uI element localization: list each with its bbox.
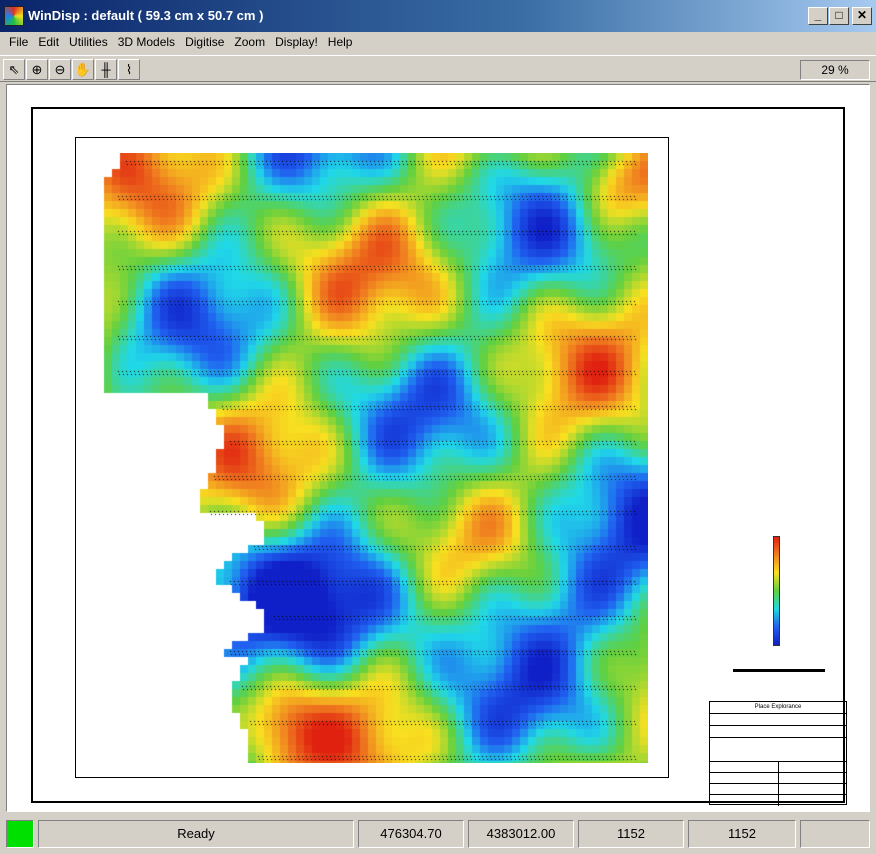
status-indicator	[6, 820, 34, 848]
menu-edit[interactable]: Edit	[33, 35, 64, 49]
profile-button[interactable]: ⌇	[118, 59, 140, 80]
maximize-button[interactable]: □	[829, 7, 849, 25]
close-button[interactable]: ✕	[852, 7, 872, 25]
window-title: WinDisp : default ( 59.3 cm x 50.7 cm )	[28, 8, 264, 23]
menu-utilities[interactable]: Utilities	[64, 35, 113, 49]
status-message: Ready	[38, 820, 354, 848]
map-frame	[75, 137, 669, 778]
status-column: 1152	[578, 820, 684, 848]
app-icon[interactable]	[4, 6, 24, 26]
status-x-coordinate: 476304.70	[358, 820, 464, 848]
profile-icon: ⌇	[125, 62, 133, 77]
title-block: Place Explorance	[709, 701, 847, 806]
arrow-cursor-icon: ⇖	[8, 62, 20, 77]
menu-3d-models[interactable]: 3D Models	[113, 35, 180, 49]
status-extra	[800, 820, 870, 848]
pan-button[interactable]: ✋	[72, 59, 94, 80]
menu-zoom[interactable]: Zoom	[229, 35, 270, 49]
minimize-button[interactable]: _	[808, 7, 828, 25]
title-block-line-3	[710, 726, 846, 738]
gridded-survey-heatmap[interactable]	[88, 153, 648, 763]
menu-bar: File Edit Utilities 3D Models Digitise Z…	[0, 32, 876, 52]
menu-digitise[interactable]: Digitise	[180, 35, 229, 49]
grid-button[interactable]: ╫	[95, 59, 117, 80]
color-scale-bar	[773, 536, 780, 646]
status-bar: Ready 476304.70 4383012.00 1152 1152	[0, 816, 876, 852]
zoom-out-button[interactable]: ⊖	[49, 59, 71, 80]
title-block-grid	[710, 762, 846, 806]
map-view[interactable]: Place Explorance	[6, 84, 870, 812]
grid-icon: ╫	[101, 62, 111, 77]
menu-file[interactable]: File	[4, 35, 33, 49]
hand-icon: ✋	[74, 62, 92, 77]
color-scale	[773, 536, 793, 646]
pointer-tool-button[interactable]: ⇖	[3, 59, 25, 80]
menu-help[interactable]: Help	[323, 35, 358, 49]
title-block-line-2	[710, 714, 846, 726]
title-block-title: Place Explorance	[710, 702, 846, 714]
title-bar[interactable]: WinDisp : default ( 59.3 cm x 50.7 cm ) …	[0, 0, 876, 32]
zoom-in-button[interactable]: ⊕	[26, 59, 48, 80]
menu-display[interactable]: Display!	[270, 35, 323, 49]
zoom-level-field: 29 %	[800, 60, 870, 80]
page-frame: Place Explorance	[31, 107, 847, 806]
zoom-in-icon: ⊕	[31, 62, 43, 77]
scale-bar	[733, 669, 825, 672]
status-row: 1152	[688, 820, 796, 848]
title-block-line-4	[710, 738, 846, 762]
toolbar: ⇖ ⊕ ⊖ ✋ ╫ ⌇ 29 %	[0, 55, 876, 82]
zoom-out-icon: ⊖	[54, 62, 66, 77]
status-y-coordinate: 4383012.00	[468, 820, 574, 848]
